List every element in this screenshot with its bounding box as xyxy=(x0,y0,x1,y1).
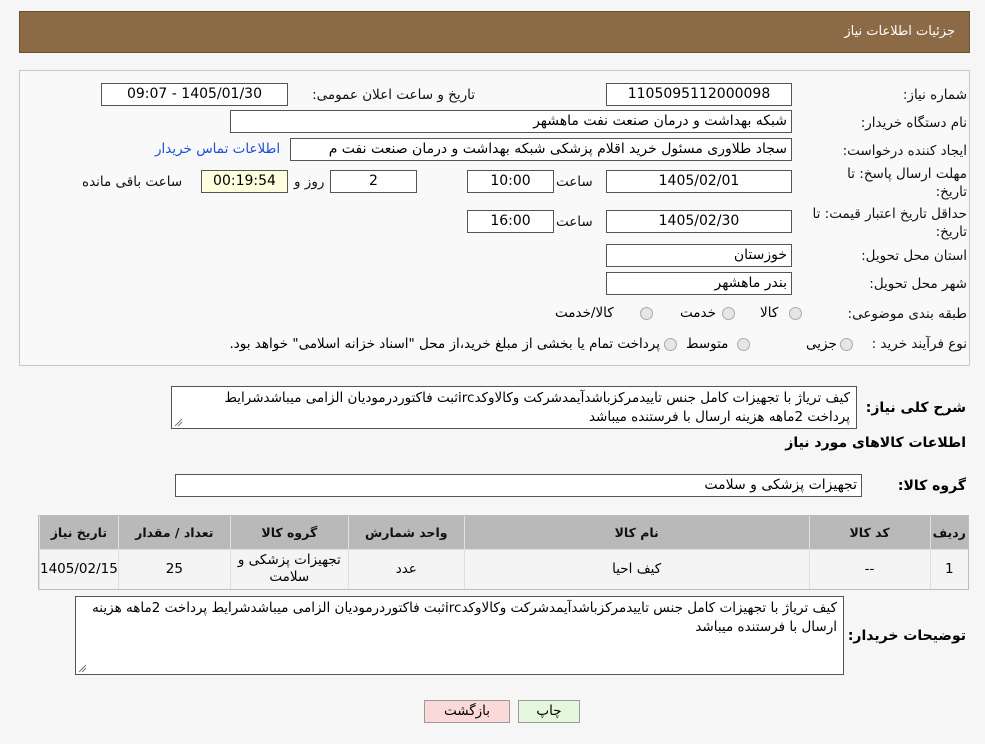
buyer-notes-textarea[interactable]: کیف ترياژ با تجهيزات کامل جنس تاييدمرکزب… xyxy=(75,596,844,675)
cell-item-name: کیف احیا xyxy=(463,548,810,589)
announce-datetime-field[interactable]: 1405/01/30 - 09:07 xyxy=(101,83,288,106)
table-header-row: ردیف کد کالا نام کالا واحد شمارش گروه کا… xyxy=(39,516,968,549)
process-option-minor: جزیی xyxy=(806,336,837,352)
time-remaining-label: ساعت باقی مانده xyxy=(82,174,183,190)
need-number-label: شماره نیاز: xyxy=(902,87,967,103)
process-radio-medium[interactable] xyxy=(737,338,750,351)
description-label: شرح کلی نیاز: xyxy=(865,400,966,416)
validity-date-field[interactable]: 1405/02/30 xyxy=(606,210,792,233)
back-button[interactable]: بازگشت xyxy=(424,700,510,723)
validity-label-line1: حداقل تاریخ اعتبار قیمت: تا xyxy=(812,206,967,222)
category-option-service: خدمت xyxy=(680,305,716,321)
cell-item-group: تجهیزات پزشکی و سلامت xyxy=(229,548,349,589)
days-remaining-field[interactable]: 2 xyxy=(330,170,417,193)
col-header-item-group: گروه کالا xyxy=(229,516,349,549)
buyer-org-label: نام دستگاه خریدار: xyxy=(860,115,967,131)
cell-need-date: 1405/02/15 xyxy=(39,548,119,589)
cell-item-code: -- xyxy=(808,548,931,589)
process-checkbox-treasury[interactable] xyxy=(664,338,677,351)
deadline-time-label: ساعت xyxy=(556,174,593,190)
page-header: جزئیات اطلاعات نیاز xyxy=(19,11,970,53)
buyer-contact-link[interactable]: اطلاعات تماس خریدار xyxy=(155,141,280,157)
col-header-row-number: ردیف xyxy=(929,516,968,549)
print-button[interactable]: چاپ xyxy=(518,700,580,723)
description-textarea[interactable]: کیف ترياژ با تجهيزات کامل جنس تاييدمرکزب… xyxy=(171,386,857,429)
category-option-goods: کالا xyxy=(760,305,779,321)
buyer-org-field[interactable]: شبکه بهداشت و درمان صنعت نفت ماهشهر xyxy=(230,110,792,133)
goods-section-title: اطلاعات کالاهای مورد نیاز xyxy=(785,435,966,451)
deadline-label-line1: مهلت ارسال پاسخ: تا xyxy=(847,166,967,182)
province-label: استان محل تحویل: xyxy=(861,248,967,264)
col-header-item-name: نام کالا xyxy=(463,516,810,549)
deadline-label-line2: تاریخ: xyxy=(935,184,967,200)
process-label: نوع فرآیند خرید : xyxy=(871,336,967,352)
validity-time-label: ساعت xyxy=(556,214,593,230)
table-row: 1 -- کیف احیا عدد تجهیزات پزشکی و سلامت … xyxy=(39,548,968,589)
col-header-quantity: تعداد / مقدار xyxy=(117,516,231,549)
province-field[interactable]: خوزستان xyxy=(606,244,792,267)
deadline-date-field[interactable]: 1405/02/01 xyxy=(606,170,792,193)
category-radio-service[interactable] xyxy=(722,307,735,320)
description-text: کیف ترياژ با تجهيزات کامل جنس تاييدمرکزب… xyxy=(224,390,850,425)
goods-group-field[interactable]: تجهیزات پزشکی و سلامت xyxy=(175,474,862,497)
cell-row-number: 1 xyxy=(929,548,968,589)
deadline-time-field[interactable]: 10:00 xyxy=(467,170,554,193)
city-label: شهر محل تحویل: xyxy=(869,276,967,292)
need-number-field[interactable]: 1105095112000098 xyxy=(606,83,792,106)
process-option-medium: متوسط xyxy=(686,336,729,352)
buyer-notes-text: کیف ترياژ با تجهيزات کامل جنس تاييدمرکزب… xyxy=(92,600,837,635)
days-label: روز و xyxy=(294,174,325,190)
requester-label: ایجاد کننده درخواست: xyxy=(842,143,967,159)
process-radio-minor[interactable] xyxy=(840,338,853,351)
time-remaining-field[interactable]: 00:19:54 xyxy=(201,170,288,193)
category-radio-goods[interactable] xyxy=(789,307,802,320)
col-header-item-code: کد کالا xyxy=(808,516,931,549)
requester-field[interactable]: سجاد طلاوری مسئول خرید اقلام پزشکی شبکه … xyxy=(290,138,792,161)
col-header-unit: واحد شمارش xyxy=(347,516,465,549)
goods-group-label: گروه کالا: xyxy=(897,478,966,494)
validity-label-line2: تاریخ: xyxy=(935,224,967,240)
cell-quantity: 25 xyxy=(117,548,231,589)
cell-unit: عدد xyxy=(347,548,465,589)
resize-grip-icon[interactable] xyxy=(78,664,87,673)
category-option-goods-service: کالا/خدمت xyxy=(555,305,614,321)
announce-label: تاریخ و ساعت اعلان عمومی: xyxy=(312,87,475,103)
page-title: جزئیات اطلاعات نیاز xyxy=(844,24,955,39)
category-label: طبقه بندی موضوعی: xyxy=(847,306,967,322)
process-treasury-note: پرداخت تمام یا بخشی از مبلغ خرید،از محل … xyxy=(229,336,660,352)
resize-grip-icon[interactable] xyxy=(174,418,183,427)
validity-time-field[interactable]: 16:00 xyxy=(467,210,554,233)
col-header-need-date: تاریخ نیاز xyxy=(39,516,119,549)
category-radio-goods-service[interactable] xyxy=(640,307,653,320)
buyer-notes-label: توضیحات خریدار: xyxy=(847,628,966,644)
city-field[interactable]: بندر ماهشهر xyxy=(606,272,792,295)
goods-table: ردیف کد کالا نام کالا واحد شمارش گروه کا… xyxy=(38,515,969,590)
